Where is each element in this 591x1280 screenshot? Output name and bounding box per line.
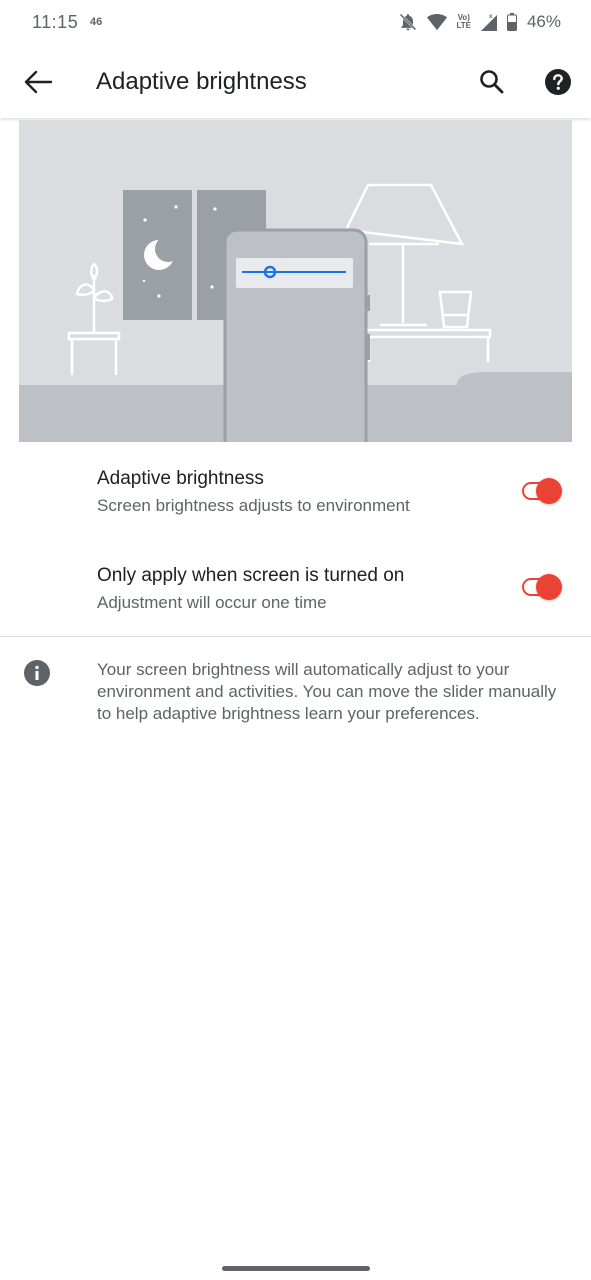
status-icons: Vo) LTE x 46% — [398, 11, 561, 33]
adaptive-brightness-illustration — [19, 120, 572, 442]
toggle-thumb — [536, 574, 562, 600]
setting-summary: Screen brightness adjusts to environment — [97, 496, 410, 515]
volte-indicator: Vo) LTE — [456, 14, 471, 30]
signal-icon: x — [480, 14, 497, 31]
battery-icon — [506, 13, 517, 31]
setting-title: Only apply when screen is turned on — [97, 565, 405, 586]
volte-bottom-text: LTE — [456, 21, 471, 30]
setting-summary: Adjustment will occur one time — [97, 593, 327, 612]
bedroom-scene-graphic — [19, 183, 572, 442]
help-button[interactable] — [538, 64, 578, 100]
back-button[interactable] — [18, 64, 58, 100]
search-button[interactable] — [472, 64, 512, 100]
info-icon — [24, 660, 50, 686]
status-network-type: 46 — [90, 16, 103, 28]
setting-title: Adaptive brightness — [97, 468, 264, 489]
svg-text:x: x — [489, 14, 493, 20]
only-apply-when-on-toggle[interactable] — [520, 572, 566, 602]
page-title: Adaptive brightness — [96, 68, 307, 95]
help-icon — [545, 69, 571, 95]
status-bar: 11:15 46 Vo) LTE x 46% — [0, 0, 591, 46]
home-gesture-bar[interactable] — [222, 1266, 370, 1271]
toggle-thumb — [536, 478, 562, 504]
setting-only-apply-when-on[interactable]: Only apply when screen is turned on Adju… — [0, 565, 591, 645]
app-bar: Adaptive brightness — [0, 46, 591, 118]
status-time: 11:15 — [32, 12, 79, 32]
adaptive-brightness-toggle[interactable] — [520, 476, 566, 506]
info-footer-text: Your screen brightness will automaticall… — [97, 660, 557, 723]
battery-percent: 46% — [526, 12, 561, 31]
setting-adaptive-brightness[interactable]: Adaptive brightness Screen brightness ad… — [0, 468, 591, 548]
wifi-icon — [427, 14, 448, 31]
search-icon — [480, 70, 504, 94]
notifications-off-icon — [400, 13, 417, 31]
divider — [0, 636, 591, 637]
arrow-back-icon — [24, 70, 53, 94]
